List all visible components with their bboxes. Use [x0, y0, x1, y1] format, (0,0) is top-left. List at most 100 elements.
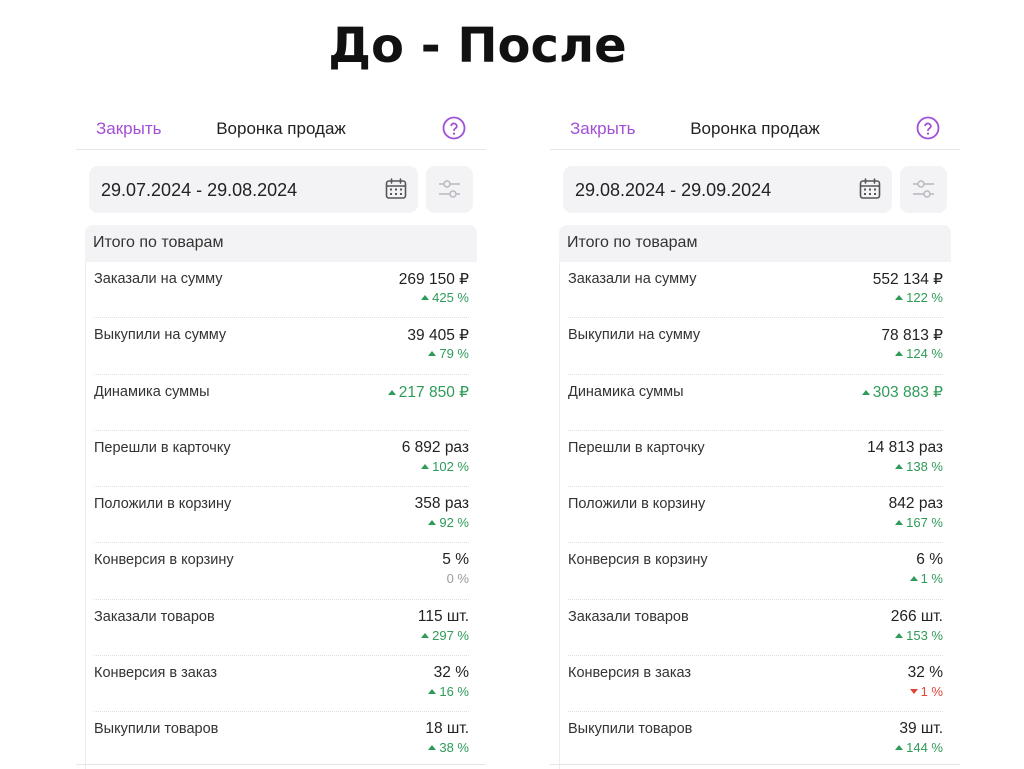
metric-label: Конверсия в заказ [568, 665, 692, 682]
summary-card: Итого по товарам Заказали на сумму 269 1… [85, 225, 477, 769]
metric-delta: 153 % [895, 628, 943, 643]
metric-value: 217 850 ₽ [387, 383, 469, 402]
summary-card: Итого по товарам Заказали на сумму 552 1… [559, 225, 951, 769]
metric-delta: 144 % [895, 740, 943, 755]
page-title: До - После [328, 18, 627, 74]
metric-value: 5 % [442, 551, 469, 569]
metrics-list: Заказали на сумму 552 134 ₽ 122 % Выкупи… [559, 262, 951, 769]
metric-row: Заказали на сумму 269 150 ₽ 425 % [94, 262, 469, 319]
metric-delta-value: 102 % [432, 458, 469, 474]
panel-header: Закрыть Воронка продаж [550, 108, 960, 150]
metric-delta-value: 425 % [432, 290, 469, 305]
metric-delta-value: 0 % [446, 571, 469, 587]
metric-row: Перешли в карточку 14 813 раз 138 % [568, 431, 943, 488]
metric-value-text: 217 850 ₽ [398, 383, 469, 401]
metric-row: Заказали товаров 115 шт. 297 % [94, 600, 469, 657]
metric-row: Выкупили товаров 18 шт. 38 % [94, 712, 469, 768]
metric-delta: 124 % [895, 346, 943, 361]
trend-arrow-icon [909, 576, 918, 582]
metric-delta: 425 % [421, 290, 469, 305]
metric-label: Конверсия в заказ [94, 665, 218, 682]
metric-label: Положили в корзину [568, 496, 706, 513]
date-range-text: 29.07.2024 - 29.08.2024 [101, 180, 298, 200]
trend-arrow-icon [895, 463, 904, 469]
calendar-icon[interactable] [385, 178, 407, 200]
metric-value: 14 813 раз [867, 438, 943, 456]
metric-delta: 102 % [421, 459, 469, 474]
date-row: 29.07.2024 - 29.08.2024 [76, 166, 486, 214]
metric-value: 6 892 раз [401, 438, 469, 456]
trend-arrow-icon [861, 389, 870, 395]
sliders-icon [439, 180, 460, 198]
trend-arrow-icon [428, 520, 437, 526]
metric-label: Выкупили товаров [94, 721, 219, 738]
filter-button[interactable] [426, 166, 473, 213]
metric-row: Динамика суммы 217 850 ₽ [94, 375, 469, 431]
trend-arrow-icon [428, 351, 437, 357]
calendar-icon[interactable] [859, 178, 881, 200]
header-title: Воронка продаж [216, 119, 346, 138]
metric-delta-value: 124 % [906, 346, 943, 362]
filter-button[interactable] [900, 166, 947, 213]
panel-header: Закрыть Воронка продаж [76, 108, 486, 150]
metric-row: Заказали товаров 266 шт. 153 % [568, 600, 943, 657]
metric-value: 269 150 ₽ [398, 271, 469, 288]
metric-delta: 16 % [428, 684, 469, 699]
metric-delta-value: 138 % [906, 458, 943, 474]
metric-value: 32 % [433, 664, 469, 682]
metric-row: Заказали на сумму 552 134 ₽ 122 % [568, 262, 943, 319]
metric-value: 18 шт. [425, 720, 469, 738]
metric-delta: 1 % [909, 571, 943, 587]
metric-row: Положили в корзину 842 раз 167 % [568, 487, 943, 544]
metric-value-text: 303 883 ₽ [872, 383, 943, 401]
trend-arrow-icon [895, 632, 904, 638]
metrics-list: Заказали на сумму 269 150 ₽ 425 % Выкупи… [85, 262, 477, 769]
metric-value: 552 134 ₽ [872, 271, 943, 288]
header-title: Воронка продаж [690, 119, 820, 138]
summary-title: Итого по товарам [85, 225, 477, 262]
metric-label: Конверсия в корзину [568, 552, 708, 569]
metric-delta: 167 % [895, 515, 943, 530]
metric-delta-value: 16 % [439, 684, 469, 700]
metric-value: 303 883 ₽ [861, 383, 943, 402]
metric-label: Заказали товаров [568, 608, 689, 625]
metric-value: 39 405 ₽ [407, 327, 469, 345]
question-circle-icon[interactable] [916, 116, 940, 140]
metric-row: Динамика суммы 303 883 ₽ [568, 375, 943, 431]
metric-delta-value: 1 % [920, 571, 943, 587]
metric-delta: 122 % [895, 290, 943, 305]
metric-value: 266 шт. [890, 607, 943, 625]
metric-delta-value: 167 % [906, 515, 943, 531]
metric-label: Перешли в карточку [94, 439, 231, 456]
metric-value: 115 шт. [417, 607, 469, 625]
question-circle-icon[interactable] [442, 116, 466, 140]
metric-delta-value: 92 % [439, 515, 469, 531]
metric-delta: 1 % [909, 684, 943, 700]
metric-row: Конверсия в корзину 5 % 0 % [94, 543, 469, 600]
trend-arrow-icon [909, 689, 918, 695]
date-range-field[interactable]: 29.08.2024 - 29.09.2024 [563, 166, 892, 213]
metric-label: Выкупили товаров [568, 721, 693, 738]
date-range-text: 29.08.2024 - 29.09.2024 [575, 180, 772, 200]
metric-row: Выкупили на сумму 39 405 ₽ 79 % [94, 318, 469, 375]
metric-label: Перешли в карточку [568, 439, 705, 456]
date-range-field[interactable]: 29.07.2024 - 29.08.2024 [89, 166, 418, 213]
trend-arrow-icon [895, 520, 904, 526]
trend-arrow-icon [421, 295, 430, 300]
metric-row: Выкупили товаров 39 шт. 144 % [568, 712, 943, 768]
metric-label: Выкупили на сумму [568, 327, 701, 344]
divider [550, 764, 960, 765]
metric-delta: 92 % [428, 515, 469, 530]
metric-row: Выкупили на сумму 78 813 ₽ 124 % [568, 318, 943, 375]
metric-delta-value: 297 % [432, 627, 469, 643]
panel-after: Закрыть Воронка продаж 29.08.2024 - 29.0… [550, 108, 960, 769]
metric-value: 78 813 ₽ [881, 327, 943, 345]
trend-arrow-icon [895, 351, 904, 357]
metric-label: Выкупили на сумму [94, 327, 227, 344]
trend-arrow-icon [428, 745, 437, 751]
trend-arrow-icon [421, 632, 430, 638]
metric-label: Динамика суммы [94, 383, 210, 400]
metric-row: Конверсия в корзину 6 % 1 % [568, 543, 943, 600]
date-row: 29.08.2024 - 29.09.2024 [550, 166, 960, 214]
metric-delta-value: 1 % [920, 684, 943, 700]
